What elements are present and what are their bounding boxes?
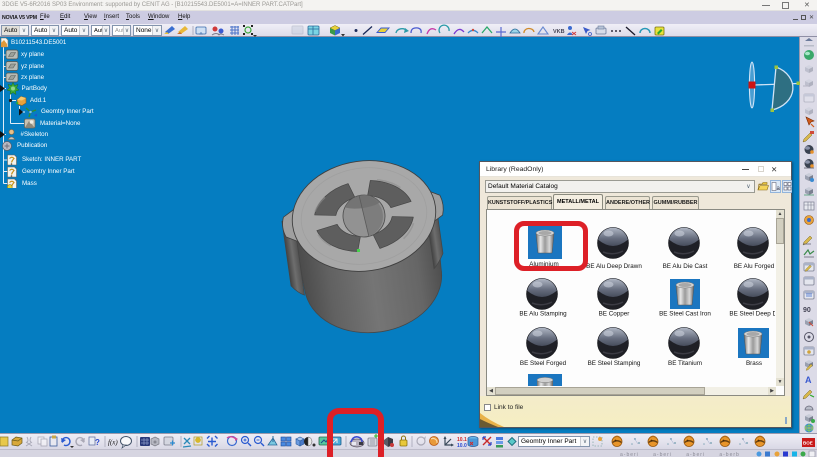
- svg-text:A: A: [805, 375, 812, 385]
- svg-text:BE Steel Deep Dra: BE Steel Deep Dra: [729, 311, 775, 318]
- svg-text:BE Copper: BE Copper: [599, 311, 630, 318]
- svg-text:?: ?: [95, 438, 100, 447]
- svg-text:90: 90: [803, 307, 811, 314]
- svg-text:VKB: VKB: [553, 29, 565, 35]
- svg-text:BOE: BOE: [803, 441, 813, 446]
- svg-text:BE Steel Cast Iron: BE Steel Cast Iron: [659, 311, 711, 318]
- svg-text:BE Steel Stamping: BE Steel Stamping: [588, 360, 641, 367]
- svg-text:BE Alu Die Cast: BE Alu Die Cast: [663, 263, 708, 270]
- svg-text:BE Titanium: BE Titanium: [668, 360, 702, 367]
- svg-text:BE Alu Deep Drawn: BE Alu Deep Drawn: [586, 263, 642, 270]
- svg-text:BE Steel Forged: BE Steel Forged: [520, 360, 567, 367]
- svg-text:BE Alu Forged: BE Alu Forged: [734, 263, 775, 270]
- svg-text:BE Alu Stamping: BE Alu Stamping: [519, 311, 567, 318]
- svg-text:Brass: Brass: [746, 360, 762, 367]
- svg-text:f(x): f(x): [108, 439, 118, 447]
